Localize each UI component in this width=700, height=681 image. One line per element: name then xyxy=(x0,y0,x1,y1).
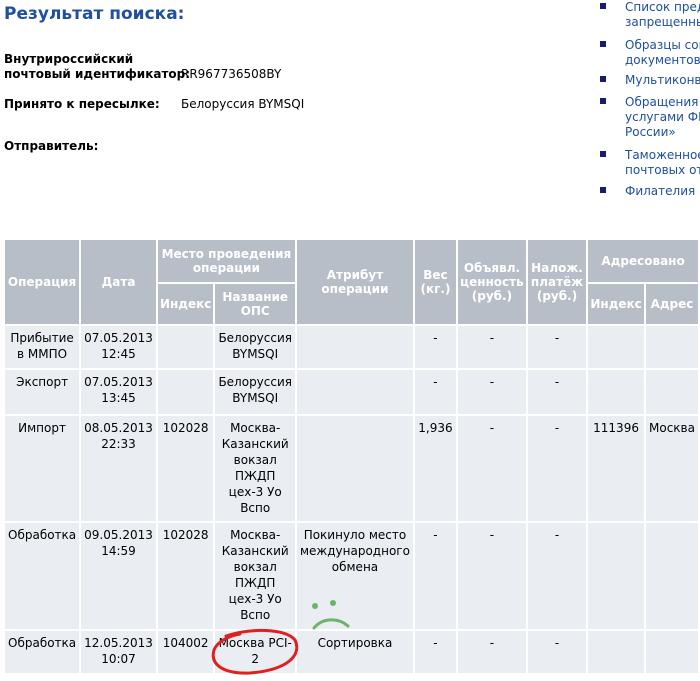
link-text[interactable]: Образцы соп документов xyxy=(625,38,700,68)
cell-attribute: Покинуло место международного обмена xyxy=(295,521,415,631)
cell-declared: - xyxy=(455,414,528,523)
cell-cod: - xyxy=(525,324,589,370)
cell-weight: - xyxy=(412,368,458,416)
cell-addr-index xyxy=(586,629,646,675)
cell-ops-name: Белоруссия BYMSQI xyxy=(213,324,297,370)
cell-declared: - xyxy=(455,629,528,675)
id-label-line1: Внутрироссийский xyxy=(4,52,134,66)
cell-index xyxy=(155,324,216,370)
cell-ops-name: Белоруссия BYMSQI xyxy=(213,368,297,416)
link-text[interactable]: Таможенное почтовых отп xyxy=(625,148,700,178)
cell-operation: Импорт xyxy=(2,414,82,523)
cell-addr: Москва xyxy=(643,414,700,523)
header-place: Место проведения операции xyxy=(155,238,298,284)
page-title: Результат поиска: xyxy=(4,4,185,24)
cell-addr xyxy=(643,324,700,370)
cell-index: 102028 xyxy=(155,521,216,631)
accepted-value: Белоруссия BYMSQI xyxy=(181,97,305,111)
link-text[interactable]: Филателия xyxy=(625,184,695,199)
bullet-icon xyxy=(600,41,606,47)
header-attribute: Атрибут операции xyxy=(295,238,415,326)
cell-date: 07.05.2013 12:45 xyxy=(79,324,158,370)
cell-attribute xyxy=(295,324,415,370)
header-addr: Адрес xyxy=(643,282,700,326)
bullet-icon xyxy=(600,151,606,157)
cell-addr xyxy=(643,368,700,416)
cell-ops-name: Москва-Казанский вокзал ПЖДП цех-3 Уо Вс… xyxy=(213,414,297,523)
header-addressed: Адресовано xyxy=(586,238,700,284)
cell-declared: - xyxy=(455,368,528,416)
bullet-icon xyxy=(600,3,606,9)
header-date: Дата xyxy=(79,238,158,326)
table-row: Прибытие в ММПО 07.05.2013 12:45 Белорус… xyxy=(2,324,700,370)
cell-weight: - xyxy=(412,324,458,370)
cell-weight: 1,936 xyxy=(412,414,458,523)
cell-operation: Экспорт xyxy=(2,368,82,416)
header-ops-name: Название ОПС xyxy=(213,282,297,326)
accepted-label: Принято к пересылке: xyxy=(4,97,160,111)
cell-operation: Обработка xyxy=(2,521,82,631)
header-operation: Операция xyxy=(2,238,82,326)
cell-weight: - xyxy=(412,521,458,631)
table-row: Экспорт 07.05.2013 13:45 Белоруссия BYMS… xyxy=(2,368,700,416)
bullet-icon xyxy=(600,76,606,82)
cell-cod: - xyxy=(525,368,589,416)
cell-cod: - xyxy=(525,521,589,631)
table-row: Импорт 08.05.2013 22:33 102028 Москва-Ка… xyxy=(2,414,700,523)
cell-ops-name: Москва PCI-2 xyxy=(213,629,297,675)
cell-cod: - xyxy=(525,629,589,675)
header-declared: Объявл. ценность (руб.) xyxy=(455,238,528,326)
sender-label-text: Отправитель: xyxy=(4,139,99,153)
cell-index: 104002 xyxy=(155,629,216,675)
link-text[interactable]: Мультиконве xyxy=(625,73,700,88)
header-weight: Вес (кг.) xyxy=(412,238,458,326)
cell-ops-name: Москва-Казанский вокзал ПЖДП цех-3 Уо Вс… xyxy=(213,521,297,631)
bullet-icon xyxy=(600,98,606,104)
cell-addr-index: 111396 xyxy=(586,414,646,523)
cell-attribute xyxy=(295,368,415,416)
cell-addr-index xyxy=(586,521,646,631)
cell-weight: - xyxy=(412,629,458,675)
cell-addr-index xyxy=(586,324,646,370)
cell-operation: Обработка xyxy=(2,629,82,675)
id-value: RR967736508BY xyxy=(181,67,282,81)
bullet-icon xyxy=(600,187,606,193)
cell-date: 12.05.2013 10:07 xyxy=(79,629,158,675)
id-label-2: почтовый идентификатор: xyxy=(4,67,190,81)
sender-label: Отправитель: xyxy=(4,139,98,153)
header-cod: Налож. платёж (руб.) xyxy=(525,238,589,326)
link-text[interactable]: Список предм запрещенных xyxy=(625,0,700,30)
header-index: Индекс xyxy=(155,282,216,326)
link-text[interactable]: Обращения п услугами ФГУ России» xyxy=(625,95,700,140)
accepted-label-text: Принято к пересылке: xyxy=(4,97,160,111)
cell-attribute: Сортировка xyxy=(295,629,415,675)
operations-table: Операция Дата Место проведения операции … xyxy=(2,238,700,675)
cell-index: 102028 xyxy=(155,414,216,523)
cell-addr-index xyxy=(586,368,646,416)
table-row: Обработка 12.05.2013 10:07 104002 Москва… xyxy=(2,629,700,675)
cell-cod: - xyxy=(525,414,589,523)
table-row: Обработка 09.05.2013 14:59 102028 Москва… xyxy=(2,521,700,631)
cell-declared: - xyxy=(455,521,528,631)
id-label: Внутрироссийский xyxy=(4,52,133,66)
cell-index xyxy=(155,368,216,416)
cell-date: 07.05.2013 13:45 xyxy=(79,368,158,416)
cell-attribute xyxy=(295,414,415,523)
id-label-line2: почтовый идентификатор: xyxy=(4,67,191,81)
cell-declared: - xyxy=(455,324,528,370)
cell-date: 09.05.2013 14:59 xyxy=(79,521,158,631)
cell-operation: Прибытие в ММПО xyxy=(2,324,82,370)
header-addr-index: Индекс xyxy=(586,282,646,326)
cell-date: 08.05.2013 22:33 xyxy=(79,414,158,523)
cell-addr xyxy=(643,629,700,675)
cell-addr xyxy=(643,521,700,631)
